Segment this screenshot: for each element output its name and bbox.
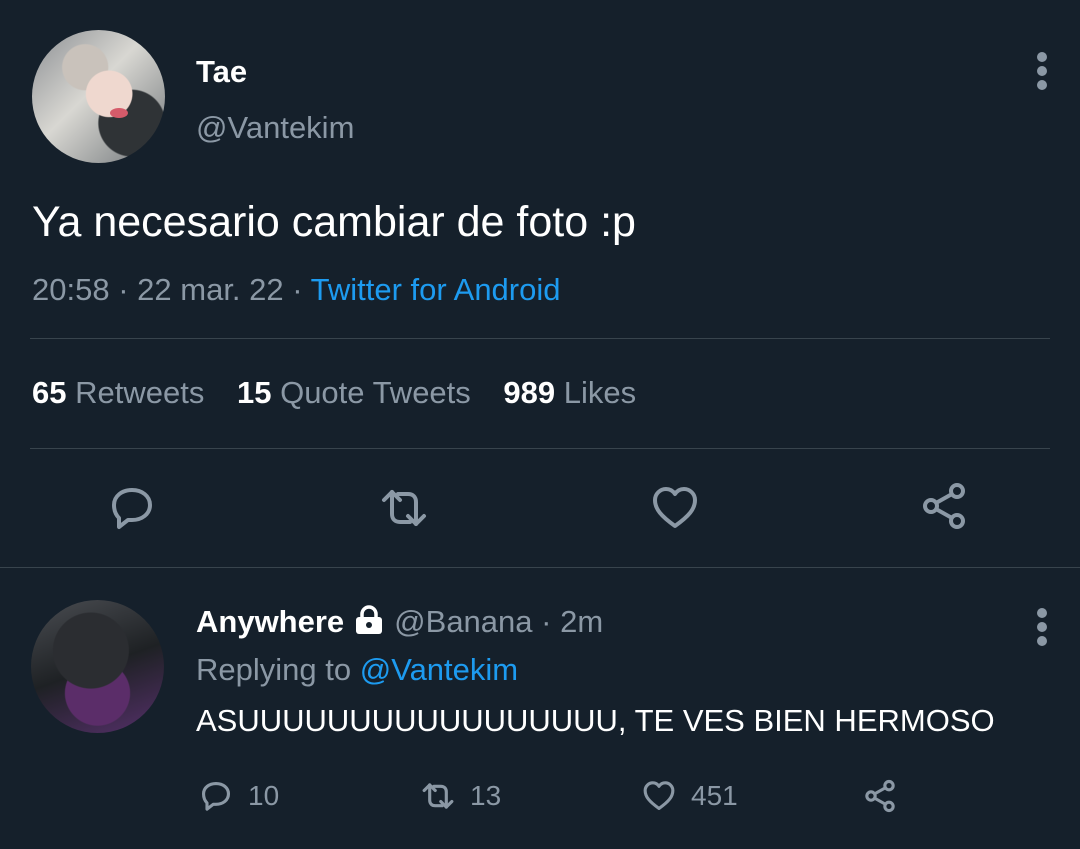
quote-tweets-stat[interactable]: 15 Quote Tweets	[237, 375, 471, 410]
like-count: 451	[691, 780, 738, 811]
divider	[30, 448, 1050, 449]
reply-retweet-button[interactable]: 13	[420, 776, 501, 816]
comment-icon[interactable]	[106, 482, 158, 534]
author-handle[interactable]: @Vantekim	[196, 110, 354, 146]
retweet-icon[interactable]	[378, 482, 430, 534]
more-vertical-icon[interactable]	[1030, 606, 1054, 648]
reply-count: 10	[248, 780, 280, 811]
meta-separator: ·	[118, 272, 129, 307]
divider	[30, 338, 1050, 339]
reply-header: Anywhere @Banana · 2m	[196, 604, 603, 640]
reply-author-name[interactable]: Anywhere	[196, 604, 344, 639]
reply-reply-button[interactable]: 10	[198, 776, 279, 816]
retweet-icon	[422, 783, 454, 809]
heart-icon	[643, 781, 675, 811]
reply-author-handle[interactable]: @Banana	[394, 604, 532, 639]
retweet-count: 13	[470, 780, 502, 811]
replying-prefix: Replying to	[196, 652, 352, 687]
section-divider	[0, 567, 1080, 568]
share-icon	[865, 779, 895, 813]
share-icon[interactable]	[918, 480, 970, 532]
lock-icon	[356, 605, 383, 634]
author-name[interactable]: Tae	[196, 54, 247, 90]
tweet-stats: 65 Retweets 15 Quote Tweets 989 Likes	[32, 375, 636, 411]
reply-share-button[interactable]	[862, 776, 912, 816]
tweet-time[interactable]: 20:58	[32, 272, 110, 307]
reply-time[interactable]: 2m	[560, 604, 603, 639]
heart-icon[interactable]	[649, 482, 701, 534]
likes-stat[interactable]: 989 Likes	[503, 375, 636, 410]
tweet-source-link[interactable]: Twitter for Android	[311, 272, 561, 307]
tweet-meta: 20:58 · 22 mar. 22 · Twitter for Android	[32, 272, 561, 308]
reply-text: ASUUUUUUUUUUUUUUUUU, TE VES BIEN HERMOSO	[196, 703, 995, 738]
more-vertical-icon[interactable]	[1030, 50, 1054, 92]
reply-like-button[interactable]: 451	[641, 776, 738, 816]
reply-avatar[interactable]	[31, 600, 164, 733]
replying-to: Replying to @Vantekim	[196, 652, 518, 688]
comment-icon	[201, 781, 231, 811]
retweets-stat[interactable]: 65 Retweets	[32, 375, 204, 410]
tweet-date[interactable]: 22 mar. 22	[137, 272, 283, 307]
author-avatar[interactable]	[32, 30, 165, 163]
meta-separator: ·	[292, 272, 303, 307]
tweet-text: Ya necesario cambiar de foto :p	[32, 198, 636, 246]
reply-separator: ·	[541, 604, 552, 639]
replying-to-mention[interactable]: @Vantekim	[360, 652, 518, 687]
